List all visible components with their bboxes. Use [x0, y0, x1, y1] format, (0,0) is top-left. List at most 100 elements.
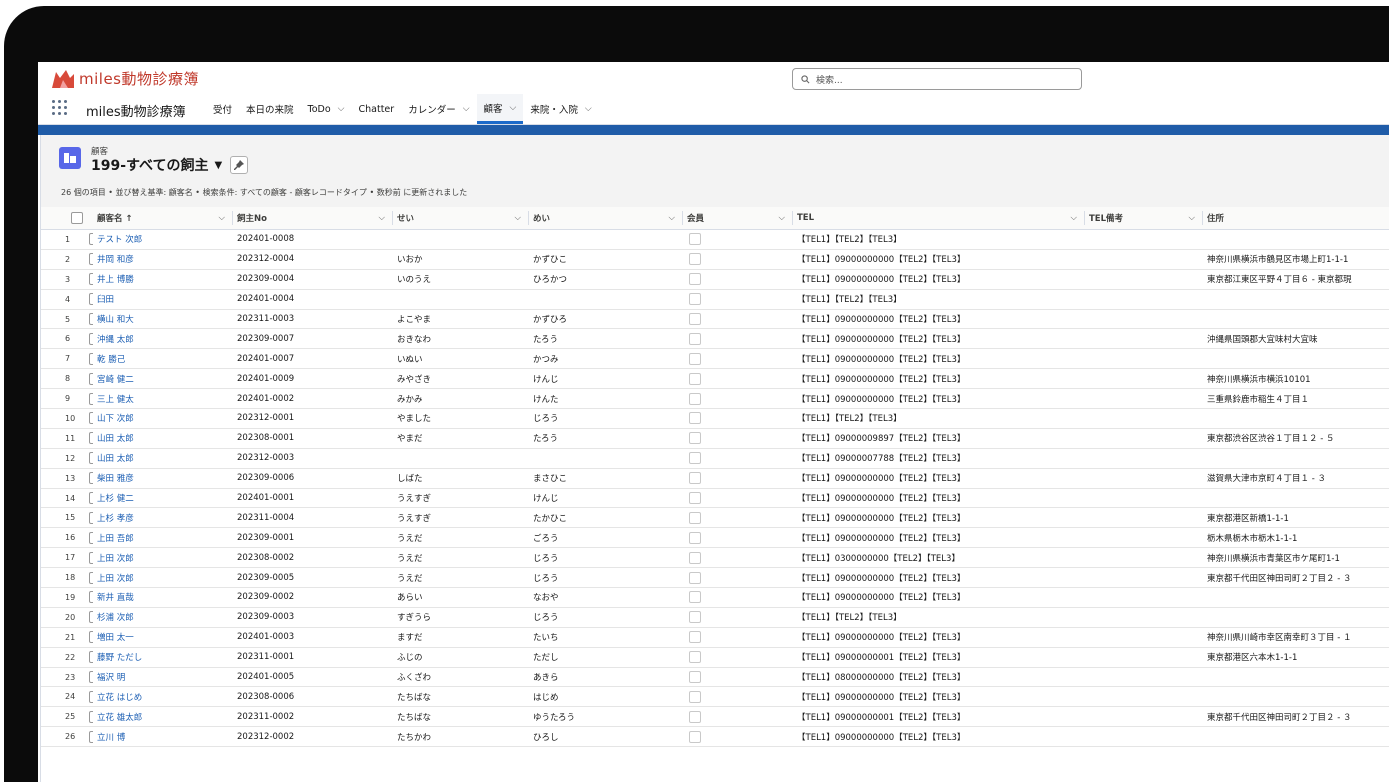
row-checkbox[interactable]	[89, 412, 93, 425]
column-header-address[interactable]: 住所	[1203, 207, 1389, 230]
table-row[interactable]: 11 山田 太郎 202308-0001 やまだ たろう 【TEL1】0900000989…	[41, 428, 1389, 449]
nav-tab-6[interactable]: 来院・入院 ⌵	[523, 94, 598, 124]
row-checkbox[interactable]	[89, 531, 93, 544]
row-checkbox[interactable]	[89, 332, 93, 345]
customer-name-link[interactable]: 上田 次郎	[93, 567, 233, 589]
table-row[interactable]: 17 上田 次郎 202308-0002 うえだ じろう 【TEL1】0300000000…	[41, 547, 1389, 569]
table-row[interactable]: 21 増田 太一 202401-0003 ますだ たいち 【TEL1】0900000000…	[41, 627, 1389, 648]
nav-tab-3[interactable]: Chatter	[352, 94, 402, 124]
table-row[interactable]: 9 三上 健太 202401-0002 みかみ けんた 【TEL1】09000000000…	[41, 388, 1389, 410]
nav-tab-1[interactable]: 本日の来院	[239, 94, 301, 124]
table-row[interactable]: 7 乾 勝己 202401-0007 いぬい かつみ 【TEL1】09000000000【…	[41, 348, 1389, 370]
table-row[interactable]: 13 柴田 雅彦 202309-0006 しばた まさひこ 【TEL1】090000000…	[41, 468, 1389, 489]
table-row[interactable]: 16 上田 吾郎 202309-0001 うえだ ごろう 【TEL1】0900000000…	[41, 527, 1389, 549]
customer-name-link[interactable]: 新井 直哉	[93, 587, 233, 608]
chevron-down-icon[interactable]: ⌵	[585, 104, 592, 114]
table-row[interactable]: 26 立川 博 202312-0002 たちかわ ひろし 【TEL1】0900000000…	[41, 726, 1389, 748]
row-checkbox[interactable]	[89, 313, 93, 325]
column-header-no[interactable]: 飼主No ⌵	[233, 207, 393, 230]
customer-name-link[interactable]: 立花 雄太郎	[93, 706, 233, 728]
customer-name-link[interactable]: 乾 勝己	[93, 348, 233, 370]
row-checkbox[interactable]	[89, 651, 93, 664]
customer-name-link[interactable]: 立花 はじめ	[93, 686, 233, 708]
customer-name-link[interactable]: 上杉 健二	[93, 488, 233, 509]
app-logo[interactable]: miles動物診療簿	[50, 66, 199, 90]
row-checkbox[interactable]	[89, 730, 93, 743]
chevron-down-icon[interactable]: ⌵	[779, 213, 785, 223]
table-row[interactable]: 15 上杉 孝彦 202311-0004 うえすぎ たかひこ 【TEL1】09000000…	[41, 507, 1389, 529]
row-checkbox[interactable]	[89, 690, 93, 703]
table-row[interactable]: 24 立花 はじめ 202308-0006 たちばな はじめ 【TEL1】09000000…	[41, 686, 1389, 708]
table-row[interactable]: 20 杉浦 次郎 202309-0003 すぎうら じろう 【TEL1】【TEL2】【TE…	[41, 607, 1389, 628]
row-checkbox[interactable]	[89, 452, 93, 465]
row-checkbox[interactable]	[89, 233, 93, 246]
table-row[interactable]: 23 福沢 明 202401-0005 ふくざわ あきら 【TEL1】0800000000…	[41, 667, 1389, 688]
table-row[interactable]: 22 藤野 ただし 202311-0001 ふじの ただし 【TEL1】090000000…	[41, 647, 1389, 668]
nav-tab-0[interactable]: 受付	[206, 94, 239, 124]
row-checkbox[interactable]	[89, 492, 93, 505]
row-checkbox[interactable]	[89, 571, 93, 584]
customer-name-link[interactable]: 横山 和大	[93, 309, 233, 330]
chevron-down-icon[interactable]: ⌵	[1189, 213, 1195, 223]
table-row[interactable]: 25 立花 雄太郎 202311-0002 たちばな ゆうたろう 【TEL1】090000…	[41, 706, 1389, 728]
column-header-tel-note[interactable]: TEL備考 ⌵	[1085, 207, 1203, 230]
chevron-down-icon[interactable]: ⌵	[463, 104, 470, 114]
list-view-selector[interactable]: 199-すべての飼主 ▼	[91, 155, 249, 175]
select-all-checkbox[interactable]	[71, 212, 83, 224]
chevron-down-icon[interactable]: ⌵	[510, 103, 517, 113]
table-row[interactable]: 4 臼田 202401-0004 【TEL1】【TEL2】【TEL3】	[41, 289, 1389, 310]
customer-name-link[interactable]: 福沢 明	[93, 667, 233, 688]
column-header-mei[interactable]: めい ⌵	[529, 207, 683, 230]
row-checkbox[interactable]	[89, 671, 93, 684]
row-checkbox[interactable]	[89, 273, 93, 286]
app-launcher-icon[interactable]	[52, 100, 68, 116]
row-checkbox[interactable]	[89, 372, 93, 385]
row-checkbox[interactable]	[89, 352, 93, 365]
table-row[interactable]: 10 山下 次郎 202312-0001 やました じろう 【TEL1】【TEL2】【TE…	[41, 408, 1389, 429]
row-checkbox[interactable]	[89, 591, 93, 604]
table-row[interactable]: 5 横山 和大 202311-0003 よこやま かずひろ 【TEL1】090000000…	[41, 309, 1389, 330]
chevron-down-icon[interactable]: ⌵	[669, 213, 675, 223]
row-checkbox[interactable]	[89, 611, 93, 624]
chevron-down-icon[interactable]: ⌵	[1071, 213, 1077, 223]
table-row[interactable]: 19 新井 直哉 202309-0002 あらい なおや 【TEL1】0900000000…	[41, 587, 1389, 608]
customer-name-link[interactable]: 杉浦 次郎	[93, 607, 233, 628]
table-row[interactable]: 2 井岡 和彦 202312-0004 いおか かずひこ 【TEL1】0900000000…	[41, 249, 1389, 270]
table-row[interactable]: 8 宮崎 健二 202401-0009 みやざき けんじ 【TEL1】0900000000…	[41, 368, 1389, 390]
nav-tab-5[interactable]: 顧客 ⌵	[476, 94, 524, 124]
customer-name-link[interactable]: 井上 博勝	[93, 269, 233, 290]
customer-name-link[interactable]: 井岡 和彦	[93, 249, 233, 270]
customer-name-link[interactable]: 上田 吾郎	[93, 527, 233, 549]
chevron-down-icon[interactable]: ⌵	[338, 104, 345, 114]
customer-name-link[interactable]: 上田 次郎	[93, 547, 233, 569]
chevron-down-icon[interactable]: ⌵	[515, 213, 521, 223]
customer-name-link[interactable]: 藤野 ただし	[93, 647, 233, 668]
table-row[interactable]: 14 上杉 健二 202401-0001 うえすぎ けんじ 【TEL1】090000000…	[41, 488, 1389, 509]
row-checkbox[interactable]	[89, 293, 93, 306]
customer-name-link[interactable]: 増田 太一	[93, 627, 233, 648]
chevron-down-icon[interactable]: ⌵	[379, 213, 385, 223]
table-row[interactable]: 1 テスト 次郎 202401-0008 【TEL1】【TEL2】【TEL3】	[41, 229, 1389, 250]
customer-name-link[interactable]: 上杉 孝彦	[93, 507, 233, 529]
customer-name-link[interactable]: 山田 太郎	[93, 448, 233, 469]
row-checkbox[interactable]	[89, 710, 93, 723]
table-row[interactable]: 3 井上 博勝 202309-0004 いのうえ ひろかつ 【TEL1】090000000…	[41, 269, 1389, 290]
customer-name-link[interactable]: 臼田	[93, 289, 233, 310]
customer-name-link[interactable]: 沖縄 太郎	[93, 328, 233, 350]
pin-list-view-button[interactable]	[230, 156, 249, 174]
customer-name-link[interactable]: 三上 健太	[93, 388, 233, 410]
nav-tab-4[interactable]: カレンダー ⌵	[401, 94, 476, 124]
global-search-input[interactable]: 検索...	[792, 68, 1082, 90]
row-checkbox[interactable]	[89, 551, 93, 564]
table-row[interactable]: 18 上田 次郎 202309-0005 うえだ じろう 【TEL1】0900000000…	[41, 567, 1389, 589]
row-checkbox[interactable]	[89, 253, 93, 266]
column-header-sei[interactable]: せい ⌵	[393, 207, 529, 230]
row-checkbox[interactable]	[89, 511, 93, 524]
nav-tab-2[interactable]: ToDo ⌵	[301, 94, 352, 124]
table-row[interactable]: 6 沖縄 太郎 202309-0007 おきなわ たろう 【TEL1】0900000000…	[41, 328, 1389, 350]
table-row[interactable]: 12 山田 太郎 202312-0003 【TEL1】09000007788【TEL2…	[41, 448, 1389, 469]
column-header-tel[interactable]: TEL ⌵	[793, 207, 1085, 230]
row-checkbox[interactable]	[89, 472, 93, 485]
row-checkbox[interactable]	[89, 392, 93, 405]
column-header-name[interactable]: 顧客名 ↑ ⌵	[93, 207, 233, 230]
